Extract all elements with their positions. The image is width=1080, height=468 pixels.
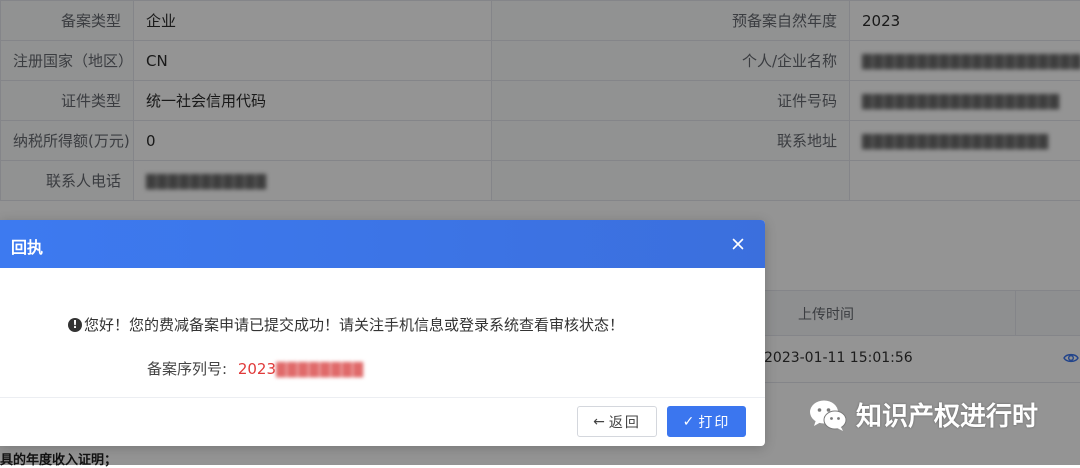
- dialog-title: 回执: [11, 234, 43, 258]
- back-button[interactable]: ← 返回: [577, 406, 657, 437]
- watermark-text: 知识产权进行时: [856, 396, 1038, 433]
- serial-number-line: 备案序列号: 2023████████: [147, 358, 364, 379]
- print-button-label: 打印: [698, 412, 730, 432]
- check-icon: ✓: [683, 414, 695, 430]
- success-message: ! 您好！您的费减备案申请已提交成功！请关注手机信息或登录系统查看审核状态！: [68, 314, 624, 335]
- close-icon[interactable]: [728, 234, 748, 254]
- serial-number-prefix: 2023: [238, 360, 276, 378]
- serial-number-value: 2023████████: [238, 360, 364, 378]
- success-message-text: 您好！您的费减备案申请已提交成功！请关注手机信息或登录系统查看审核状态！: [84, 314, 624, 335]
- print-button[interactable]: ✓ 打印: [667, 406, 746, 437]
- back-button-label: 返回: [609, 412, 641, 432]
- arrow-left-icon: ←: [593, 414, 605, 430]
- watermark: 知识产权进行时: [808, 396, 1038, 433]
- serial-number-masked: ████████: [276, 363, 364, 378]
- dialog-footer-divider: [0, 397, 765, 398]
- receipt-dialog: 回执 ! 您好！您的费减备案申请已提交成功！请关注手机信息或登录系统查看审核状态…: [0, 220, 765, 446]
- info-circle-icon: !: [68, 318, 82, 332]
- dialog-header: 回执: [0, 220, 765, 268]
- serial-number-label: 备案序列号:: [147, 360, 227, 378]
- wechat-icon: [808, 397, 848, 433]
